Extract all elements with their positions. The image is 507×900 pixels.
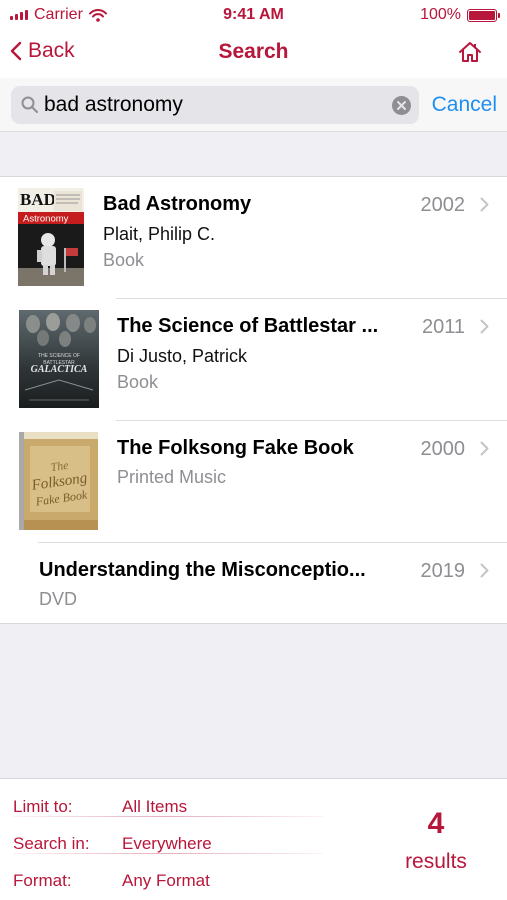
result-title: The Folksong Fake Book xyxy=(117,437,354,459)
result-row[interactable]: THE SCIENCE OF BATTLESTAR GALACTICA The … xyxy=(0,299,507,421)
format-value[interactable]: Any Format xyxy=(122,871,210,891)
folksong-fake-book-cover: The Folksong Fake Book xyxy=(19,432,98,530)
battery-icon xyxy=(467,8,500,22)
search-bar: Cancel xyxy=(0,78,507,132)
search-input[interactable] xyxy=(44,86,384,124)
results-label: results xyxy=(405,850,467,873)
result-row[interactable]: The Folksong Fake Book The Folksong Fake… xyxy=(0,421,507,543)
clear-x-icon[interactable] xyxy=(392,96,411,115)
chevron-right-icon xyxy=(480,319,489,334)
svg-text:BAD: BAD xyxy=(20,190,56,209)
format-row[interactable]: Format: Any Format xyxy=(13,853,323,890)
limit-to-value[interactable]: All Items xyxy=(122,797,187,817)
search-in-row[interactable]: Search in: Everywhere xyxy=(13,816,323,854)
home-button[interactable] xyxy=(458,41,482,68)
svg-text:The: The xyxy=(50,458,70,474)
status-right: 100% xyxy=(420,6,500,24)
result-title: Understanding the Misconceptio... xyxy=(39,559,366,581)
svg-text:Astronomy: Astronomy xyxy=(23,214,69,225)
results-list: BAD Astronomy Bad Astronomy Plait, Phili… xyxy=(0,176,507,624)
result-row[interactable]: Understanding the Misconceptio... DVD 20… xyxy=(0,543,507,623)
result-title: The Science of Battlestar ... xyxy=(117,315,379,337)
status-bar: Carrier 9:41 AM 100% xyxy=(0,0,507,30)
battlestar-galactica-cover: THE SCIENCE OF BATTLESTAR GALACTICA xyxy=(19,310,99,408)
result-format: DVD xyxy=(39,589,78,609)
bad-astronomy-cover: BAD Astronomy xyxy=(18,188,84,286)
result-row[interactable]: BAD Astronomy Bad Astronomy Plait, Phili… xyxy=(0,177,507,299)
search-in-value[interactable]: Everywhere xyxy=(122,834,212,854)
filter-panel: Limit to: All Items Search in: Everywher… xyxy=(0,778,507,900)
result-format: Printed Music xyxy=(117,467,227,487)
result-author: Di Justo, Patrick xyxy=(117,346,248,366)
chevron-right-icon xyxy=(480,441,489,456)
result-title: Bad Astronomy xyxy=(103,193,252,215)
result-year: 2000 xyxy=(420,438,466,460)
result-year: 2019 xyxy=(420,560,466,582)
page-title: Search xyxy=(218,40,289,63)
svg-text:GALACTICA: GALACTICA xyxy=(31,364,88,375)
cancel-button[interactable]: Cancel xyxy=(432,93,497,117)
result-year: 2011 xyxy=(421,316,465,338)
result-format: Book xyxy=(103,250,145,270)
result-year: 2002 xyxy=(420,194,466,216)
results-count: 4 xyxy=(427,807,445,840)
limit-to-row[interactable]: Limit to: All Items xyxy=(13,779,323,817)
format-label: Format: xyxy=(13,871,72,890)
search-in-label: Search in: xyxy=(13,834,90,853)
search-field[interactable] xyxy=(11,86,419,124)
house-icon xyxy=(459,42,481,62)
magnifier-icon xyxy=(21,96,38,113)
svg-text:THE SCIENCE OF: THE SCIENCE OF xyxy=(38,353,80,359)
navigation-bar: Back Search xyxy=(0,30,507,78)
chevron-right-icon xyxy=(480,197,489,212)
limit-to-label: Limit to: xyxy=(13,797,73,816)
result-author: Plait, Philip C. xyxy=(103,224,216,244)
battery-percent: 100% xyxy=(420,6,461,23)
chevron-right-icon xyxy=(480,563,489,578)
result-format: Book xyxy=(117,372,159,392)
